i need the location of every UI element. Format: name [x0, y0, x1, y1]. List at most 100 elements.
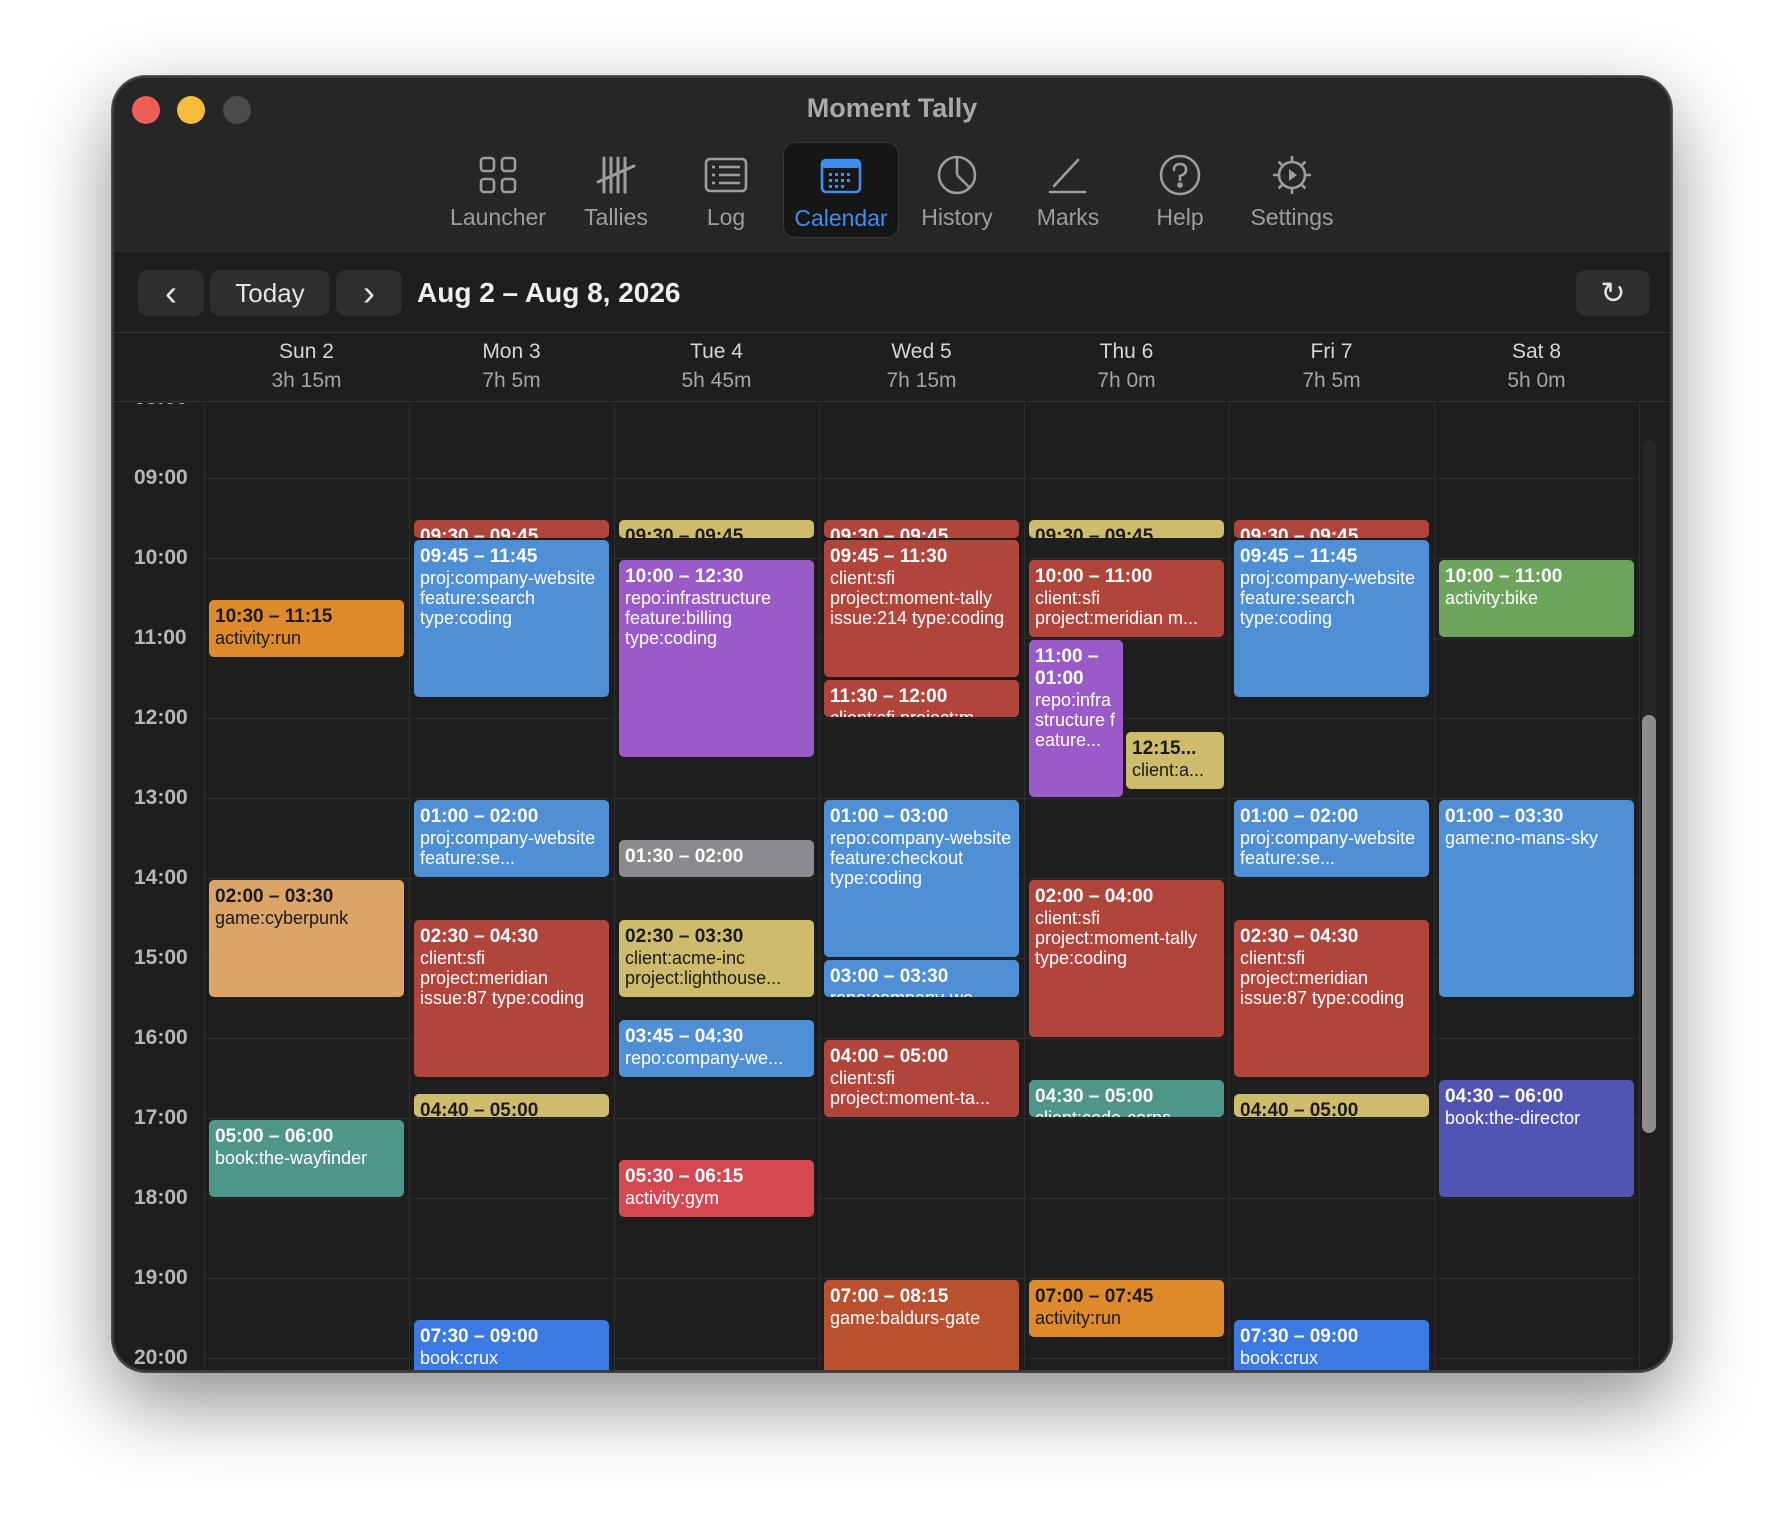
calendar-event[interactable]: 04:40 – 05:00client:acme-inc pr... [1234, 1093, 1429, 1117]
week-grid[interactable]: 08:00 09:00 10:00 11:00 12:00 13:00 14:00 15:00… [114, 403, 1670, 1370]
calendar-event[interactable]: 12:15... client:a... [1126, 732, 1224, 789]
calendar-event[interactable]: 11:00 – 01:00 repo:infrastructure feature… [1029, 640, 1123, 797]
vertical-scrollbar[interactable] [1642, 440, 1656, 1133]
event-time: 04:40 – 05:00 [420, 1099, 539, 1117]
calendar-event[interactable]: 05:00 – 06:00 book:the-wayfinder [209, 1120, 404, 1197]
event-time: 04:40 – 05:00 [1240, 1099, 1359, 1117]
next-week-button[interactable]: › [336, 270, 402, 316]
day-name: Sun 2 [279, 340, 334, 363]
calendar-event[interactable]: 07:00 – 08:15 game:baldurs-gate [824, 1280, 1019, 1370]
day-header: Wed 5 7h 15m [819, 340, 1024, 393]
event-tags: repo:company-website feature:checkout ty… [830, 828, 1012, 888]
day-total: 5h 0m [1507, 369, 1566, 392]
day-column-divider [1434, 403, 1435, 1370]
hour-gridline [204, 1118, 1640, 1119]
event-tags: client:sfi project:moment-tally type:cod… [1035, 908, 1198, 968]
event-tags: proj:company-website feature:se... [1240, 828, 1416, 868]
calendar-event[interactable]: 03:00 – 03:30repo:company-we... [824, 960, 1019, 997]
calendar-event[interactable]: 02:00 – 04:00 client:sfi project:moment-t… [1029, 880, 1224, 1037]
calendar-event[interactable]: 04:00 – 05:00 client:sfi project:moment-t… [824, 1040, 1019, 1117]
calendar-event[interactable]: 09:30 – 09:45client:acme-inc pr... [1029, 520, 1224, 538]
calendar-event[interactable]: 03:45 – 04:30 repo:company-we... [619, 1020, 814, 1077]
tab-settings[interactable]: Settings [1234, 142, 1350, 238]
scrollbar-thumb[interactable] [1642, 715, 1656, 1133]
tab-log-label: Log [706, 204, 746, 230]
calendar-event[interactable]: 05:30 – 06:15 activity:gym [619, 1160, 814, 1217]
calendar-event[interactable]: 02:30 – 04:30 client:sfi project:meridian… [1234, 920, 1429, 1077]
calendar-event[interactable]: 09:30 – 09:45client:sfi project:m... [414, 520, 609, 538]
tab-history[interactable]: History [899, 142, 1015, 238]
hour-gridline [204, 1278, 1640, 1279]
calendar-event[interactable]: 10:00 – 11:00 client:sfi project:meridian… [1029, 560, 1224, 637]
tab-tallies-label: Tallies [584, 204, 648, 230]
calendar-event[interactable]: 04:30 – 06:00 book:the-director [1439, 1080, 1634, 1197]
chevron-right-icon: › [363, 272, 375, 313]
calendar-event[interactable]: 01:00 – 03:00 repo:company-website featur… [824, 800, 1019, 957]
calendar-event[interactable]: 01:00 – 02:00 proj:company-website featur… [414, 800, 609, 877]
event-tags: activity:bike [1445, 588, 1539, 608]
calendar-event[interactable]: 01:00 – 02:00 proj:company-website featur… [1234, 800, 1429, 877]
event-tags: client:sfi project:meridian issue:87 typ… [1240, 948, 1405, 1008]
calendar-event[interactable]: 07:30 – 09:00 book:crux [414, 1320, 609, 1370]
event-time: 02:00 – 03:30 [215, 886, 334, 907]
tab-help[interactable]: Help [1122, 142, 1238, 238]
calendar-event[interactable]: 09:45 – 11:45 proj:company-website featur… [1234, 540, 1429, 697]
gear-icon [1273, 156, 1311, 194]
tab-history-label: History [921, 204, 993, 230]
event-time: 12:15... [1132, 738, 1197, 759]
calendar-icon [820, 158, 862, 194]
title-bar: Moment Tally Launcher Tallies Log Calend… [114, 78, 1670, 252]
tab-tallies[interactable]: Tallies [558, 142, 674, 238]
hour-label: 12:00 [134, 706, 188, 729]
event-time: 07:30 – 09:00 [420, 1326, 539, 1347]
calendar-event[interactable]: 07:00 – 07:45 activity:run [1029, 1280, 1224, 1337]
event-tags: repo:infrastructure feature:billing type… [625, 588, 772, 648]
calendar-event[interactable]: 02:30 – 03:30 client:acme-inc project:lig… [619, 920, 814, 997]
day-header: Tue 4 5h 45m [614, 340, 819, 393]
event-tags: client:acme-inc project:lighthouse... [625, 948, 782, 988]
refresh-button[interactable]: ↻ [1576, 270, 1650, 316]
calendar-event[interactable]: 10:00 – 11:00 activity:bike [1439, 560, 1634, 637]
event-tags: client:sfi project:moment-tally issue:21… [830, 568, 1005, 628]
event-time: 04:30 – 05:00 [1035, 1086, 1154, 1107]
event-time: 09:30 – 09:45 [830, 526, 949, 538]
calendar-event[interactable]: 09:30 – 09:45client:acme-inc pr... [619, 520, 814, 538]
tab-calendar-label: Calendar [794, 205, 888, 231]
calendar-event[interactable]: 01:30 – 02:00 [619, 840, 814, 877]
calendar-event[interactable]: 04:30 – 05:00client:code-corps... [1029, 1080, 1224, 1117]
tab-launcher[interactable]: Launcher [440, 142, 556, 238]
hour-gridline [204, 798, 1640, 799]
calendar-event[interactable]: 11:30 – 12:00client:sfi project:m... [824, 680, 1019, 717]
hour-gridline [204, 718, 1640, 719]
calendar-event[interactable]: 02:30 – 04:30 client:sfi project:meridian… [414, 920, 609, 1077]
day-name: Tue 4 [690, 340, 743, 363]
event-time: 01:00 – 02:00 [1240, 806, 1359, 827]
calendar-event[interactable]: 02:00 – 03:30 game:cyberpunk [209, 880, 404, 997]
calendar-event[interactable]: 09:30 – 09:45client:sfi project:m... [1234, 520, 1429, 538]
calendar-event[interactable]: 10:30 – 11:15 activity:run [209, 600, 404, 657]
calendar-event[interactable]: 09:30 – 09:45client:sfi project:m... [824, 520, 1019, 538]
tab-log[interactable]: Log [668, 142, 784, 238]
tab-marks[interactable]: Marks [1010, 142, 1126, 238]
event-tags: proj:company-website feature:search type… [420, 568, 596, 628]
event-time: 09:45 – 11:45 [420, 546, 538, 567]
event-tags: client:a... [1132, 760, 1205, 780]
event-time: 03:00 – 03:30 [830, 966, 949, 987]
calendar-event[interactable]: 04:40 – 05:00client:acme-inc pr... [414, 1093, 609, 1117]
calendar-event[interactable]: 10:00 – 12:30 repo:infrastructure feature… [619, 560, 814, 757]
calendar-event[interactable]: 07:30 – 09:00 book:crux [1234, 1320, 1429, 1370]
calendar-event[interactable]: 09:45 – 11:30 client:sfi project:moment-t… [824, 540, 1019, 677]
event-time: 07:30 – 09:00 [1240, 1326, 1359, 1347]
event-tags: book:crux [420, 1348, 499, 1368]
main-toolbar: Launcher Tallies Log Calendar History Ma… [114, 142, 1670, 238]
tab-calendar[interactable]: Calendar [783, 142, 899, 238]
event-time: 10:00 – 11:00 [1445, 566, 1563, 587]
tab-settings-label: Settings [1250, 204, 1334, 230]
calendar-event[interactable]: 09:45 – 11:45 proj:company-website featur… [414, 540, 609, 697]
previous-week-button[interactable]: ‹ [138, 270, 204, 316]
event-tags: game:cyberpunk [215, 908, 349, 928]
today-button[interactable]: Today [210, 270, 330, 316]
calendar-event[interactable]: 01:00 – 03:30 game:no-mans-sky [1439, 800, 1634, 997]
event-tags: client:sfi project:meridian issue:87 typ… [420, 948, 585, 1008]
event-time: 09:30 – 09:45 [1240, 526, 1359, 538]
